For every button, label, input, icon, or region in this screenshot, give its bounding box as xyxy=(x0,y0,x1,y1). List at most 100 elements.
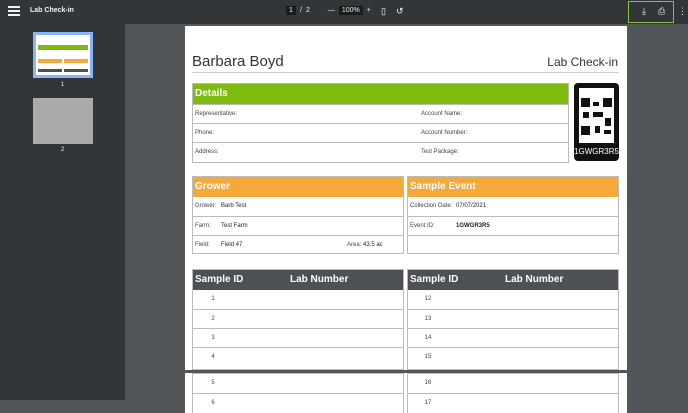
representative-label: Representative: xyxy=(195,111,238,117)
sample-number: 3 xyxy=(211,335,215,341)
zoom-level-input[interactable]: 100% xyxy=(338,6,363,15)
details-header: Details xyxy=(193,84,568,104)
details-row: Address: Test Package: xyxy=(193,142,568,161)
sample-row: 1 xyxy=(193,290,403,309)
page-separator: / xyxy=(300,7,302,14)
sample-row: 13 xyxy=(408,309,618,328)
area-value: 43.5 ac xyxy=(363,242,383,248)
zoom-out-button[interactable]: — xyxy=(328,7,335,14)
event-id-label: Event ID: xyxy=(410,223,435,229)
grower-row: Farm: Test Farm xyxy=(193,216,403,235)
rotate-icon[interactable]: ↺ xyxy=(396,5,404,17)
action-button-group xyxy=(628,1,674,23)
sample-table-header: Sample ID Lab Number xyxy=(408,270,618,290)
grower-row: Field: Field 47 Area: 43.5 ac xyxy=(193,235,403,254)
sample-number: 6 xyxy=(211,400,215,406)
collection-date-label: Collection Date: xyxy=(410,203,453,209)
sample-table-header: Sample ID Lab Number xyxy=(193,270,403,290)
grower-label: Grower: xyxy=(195,203,217,209)
page-total: 2 xyxy=(305,7,310,14)
sample-event-section: Sample Event Collection Date: 07/07/2021… xyxy=(407,176,619,254)
field-value: Field 47 xyxy=(221,242,243,248)
address-label: Address: xyxy=(195,149,219,155)
account-name-label: Account Name: xyxy=(421,111,463,117)
col-sample-id: Sample ID xyxy=(410,274,459,285)
pdf-page-2: 5 6 16 17 xyxy=(185,373,627,413)
sample-row: 5 xyxy=(193,374,403,393)
thumb-preview-bar xyxy=(38,59,62,63)
details-row: Representative: Account Name: xyxy=(193,104,568,123)
document-heading: Lab Check-in xyxy=(547,55,618,69)
thumb-preview-bar xyxy=(64,59,88,63)
sample-number: 13 xyxy=(424,316,432,322)
zoom-in-button[interactable]: + xyxy=(367,7,371,14)
farm-label: Farm: xyxy=(195,223,211,229)
sample-table-right: Sample ID Lab Number 12 13 14 15 xyxy=(407,269,619,370)
pdf-page: Barbara Boyd Lab Check-in Details Repres… xyxy=(185,26,627,370)
sample-row: 12 xyxy=(408,290,618,309)
sample-table-right-continued: 16 17 xyxy=(407,373,619,413)
test-package-label: Test Package: xyxy=(421,149,459,155)
sample-event-row xyxy=(408,235,618,254)
sample-row: 4 xyxy=(193,347,403,366)
col-lab-number: Lab Number xyxy=(505,274,564,285)
hamburger-menu-icon[interactable] xyxy=(8,6,20,18)
area-label: Area: xyxy=(347,242,362,248)
details-row: Phone: Account Number: xyxy=(193,123,568,142)
print-icon[interactable]: ⎙ xyxy=(658,5,665,17)
sample-event-header: Sample Event xyxy=(408,177,618,197)
col-lab-number: Lab Number xyxy=(290,274,349,285)
more-icon[interactable]: ⋮ xyxy=(678,5,687,17)
sample-number: 17 xyxy=(424,400,432,406)
col-sample-id: Sample ID xyxy=(195,274,244,285)
thumbnail-page-1[interactable] xyxy=(33,32,93,78)
sample-row: 17 xyxy=(408,393,618,412)
sample-number: 5 xyxy=(211,380,215,386)
fit-page-icon[interactable]: ▯ xyxy=(381,5,386,17)
sample-row: 14 xyxy=(408,328,618,347)
header-divider xyxy=(192,72,619,73)
sample-event-row: Event ID: 1GWGR3R5 xyxy=(408,216,618,235)
details-section: Details Representative: Account Name: Ph… xyxy=(192,83,569,163)
sample-table-left: Sample ID Lab Number 1 2 3 4 xyxy=(192,269,404,370)
sample-number: 14 xyxy=(424,335,432,341)
thumb-preview-bar xyxy=(38,45,88,50)
account-number-label: Account Number: xyxy=(421,130,468,136)
document-title: Lab Check-in xyxy=(30,7,74,14)
thumbnail-page-2[interactable] xyxy=(33,98,93,144)
sample-number: 4 xyxy=(211,354,215,360)
qr-code-badge: 1GWGR3R5 xyxy=(574,83,619,161)
sample-number: 1 xyxy=(211,296,215,302)
page-number-input[interactable]: 1 xyxy=(286,6,296,15)
field-label: Field: xyxy=(195,242,210,248)
sample-row: 2 xyxy=(193,309,403,328)
sample-row: 6 xyxy=(193,393,403,412)
thumbnail-label: 2 xyxy=(60,147,65,153)
grower-header: Grower xyxy=(193,177,403,197)
sample-row: 16 xyxy=(408,374,618,393)
thumbnail-label: 1 xyxy=(60,82,65,88)
download-icon[interactable]: ⤓ xyxy=(642,5,646,17)
sample-row: 3 xyxy=(193,328,403,347)
phone-label: Phone: xyxy=(195,130,215,136)
sample-number: 15 xyxy=(424,354,432,360)
grower-row: Grower: Barb Test xyxy=(193,197,403,216)
event-id-value: 1GWGR3R5 xyxy=(456,223,490,229)
sample-number: 12 xyxy=(424,296,432,302)
sample-event-row: Collection Date: 07/07/2021 xyxy=(408,197,618,216)
farm-value: Test Farm xyxy=(221,223,248,229)
sample-table-left-continued: 5 6 xyxy=(192,373,404,413)
customer-name: Barbara Boyd xyxy=(192,53,284,70)
grower-value: Barb Test xyxy=(221,203,247,209)
collection-date-value: 07/07/2021 xyxy=(456,203,487,209)
qr-code-icon xyxy=(579,88,614,143)
page-controls: 1 / 2 — 100% + xyxy=(286,6,371,15)
thumb-preview-bar xyxy=(64,69,88,72)
sample-row: 15 xyxy=(408,347,618,366)
qr-code-text: 1GWGR3R5 xyxy=(574,147,619,156)
thumbnail-sidebar: 1 2 xyxy=(0,24,125,400)
pdf-toolbar: Lab Check-in 1 / 2 — 100% + ▯ ↺ ⤓ ⎙ ⋮ xyxy=(0,0,688,24)
sample-number: 2 xyxy=(211,316,215,322)
thumb-preview-bar xyxy=(38,69,62,72)
grower-section: Grower Grower: Barb Test Farm: Test Farm… xyxy=(192,176,404,254)
